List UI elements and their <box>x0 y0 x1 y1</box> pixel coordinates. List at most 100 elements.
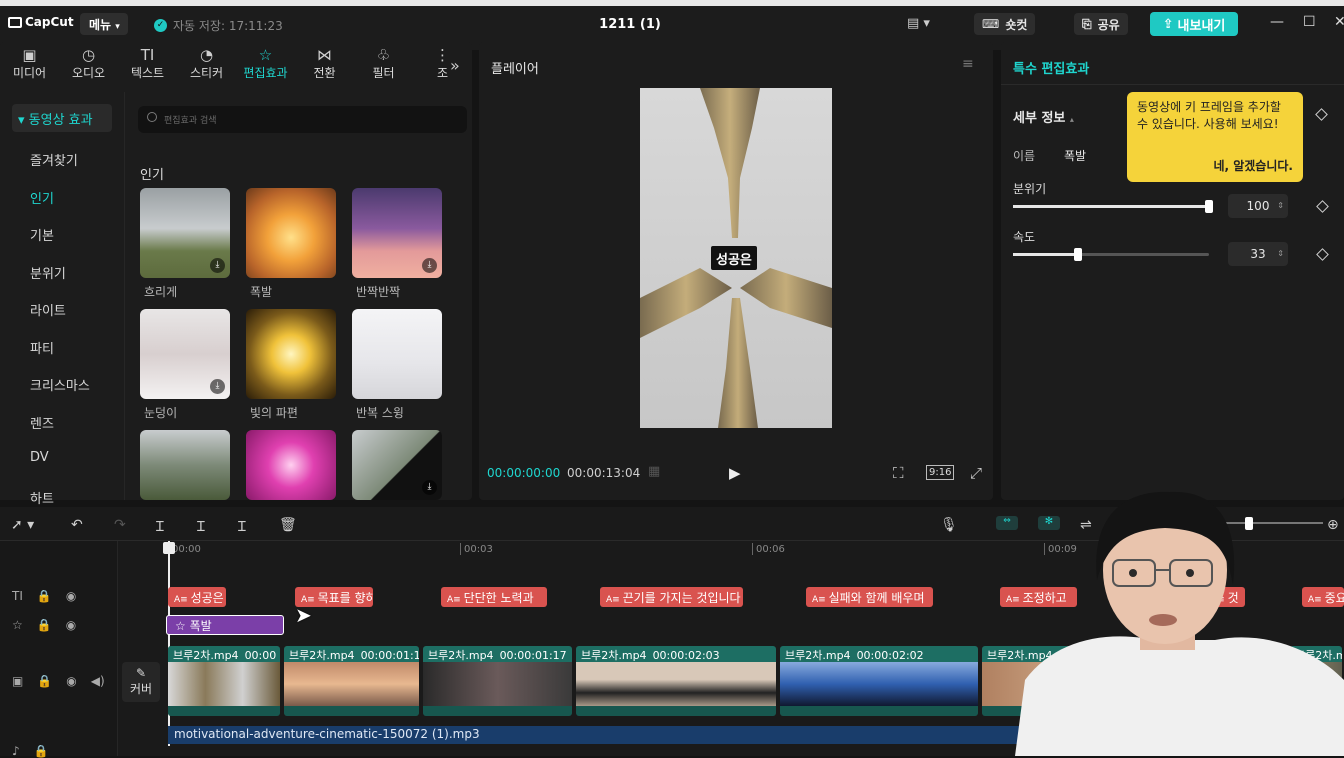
tab-media[interactable]: ▣ 미디어 <box>0 46 59 88</box>
effect-label: 흐리게 <box>144 285 178 299</box>
category-item[interactable]: 파티 <box>30 338 54 357</box>
effect-thumbnail[interactable]: ⤓ <box>140 309 230 399</box>
layout-icon[interactable]: ▤ ▾ <box>907 16 930 31</box>
microphone-icon[interactable]: 🎙 <box>940 517 958 533</box>
tab-transition[interactable]: ⋈ 전환 <box>295 46 354 88</box>
autosave-status: ✓ 자동 저장: 17:11:23 <box>154 17 283 34</box>
video-clip-waveform <box>168 706 280 716</box>
tab-adjust[interactable]: ⋮ 조 <box>413 46 472 88</box>
close-icon[interactable]: ✕ <box>1334 14 1344 30</box>
text-clip[interactable]: A≡ 실패와 함께 배우며 <box>806 587 933 607</box>
category-item[interactable]: 인기 <box>30 188 54 207</box>
effect-clip[interactable]: ☆ 폭발 <box>166 615 284 635</box>
text-clip[interactable]: A≡ 성공은 <box>168 587 226 607</box>
tab-audio[interactable]: ◷ 오디오 <box>59 46 118 88</box>
lock-icon[interactable]: 🔒 <box>37 589 52 603</box>
download-icon[interactable]: ⤓ <box>422 258 437 273</box>
effects-search-input[interactable]: 편집효과 검색 <box>138 106 467 133</box>
param-slider-knob[interactable] <box>1073 248 1082 261</box>
effect-thumbnail[interactable]: ⤓ <box>352 188 442 278</box>
tab-sticker[interactable]: ◔ 스티커 <box>177 46 236 88</box>
lock-icon[interactable]: 🔒 <box>37 618 52 632</box>
download-icon[interactable]: ⤓ <box>210 379 225 394</box>
video-clip[interactable]: 브루2차.mp4 00:00:01:17 <box>423 646 572 716</box>
tab-effects[interactable]: ☆ 편집효과 <box>236 46 295 88</box>
category-item[interactable]: 하트 <box>30 488 54 507</box>
audio-mute-icon[interactable]: ◀) <box>91 674 105 688</box>
detail-section[interactable]: 세부 정보 ▴ <box>1013 107 1074 126</box>
eye-icon[interactable]: ◉ <box>66 674 76 688</box>
fullscreen-icon[interactable]: ⤢ <box>970 464 982 482</box>
more-tabs-icon[interactable]: » <box>450 56 460 75</box>
playhead-handle[interactable] <box>163 542 175 554</box>
undo-icon[interactable]: ↶ <box>71 517 83 533</box>
effect-thumbnail[interactable] <box>246 430 336 500</box>
video-clip[interactable]: 브루2차.mp4 00:00:01:13 <box>284 646 419 716</box>
effect-thumbnail[interactable] <box>140 430 230 500</box>
split-left-icon[interactable]: Ɪ <box>197 517 205 536</box>
share-label: 공유 <box>1097 17 1120 32</box>
effect-thumbnail[interactable]: ⤓ <box>140 188 230 278</box>
video-clip-frames <box>284 662 419 706</box>
filter-icon: ♧ <box>376 46 391 64</box>
check-icon: ✓ <box>154 19 167 32</box>
effect-thumbnail[interactable] <box>352 309 442 399</box>
download-icon[interactable]: ⤓ <box>210 258 225 273</box>
param-value-input[interactable]: 100 ⇕ <box>1228 194 1288 218</box>
param-slider-knob[interactable] <box>1205 200 1213 213</box>
select-tool-icon[interactable]: ➚ ▾ <box>11 517 34 533</box>
tab-text[interactable]: TI 텍스트 <box>118 46 177 88</box>
project-title: 1211 (1) <box>599 17 661 32</box>
eye-icon[interactable]: ◉ <box>66 618 76 632</box>
app-logo: CapCut <box>8 15 74 29</box>
eye-icon[interactable]: ◉ <box>66 589 76 603</box>
ratio-button[interactable]: 9:16 <box>926 465 955 480</box>
category-item[interactable]: 크리스마스 <box>30 375 90 394</box>
category-item[interactable]: 즐겨찾기 <box>30 150 78 169</box>
tab-label: 텍스트 <box>130 66 165 80</box>
video-clip[interactable]: 브루2차.mp4 00:00 <box>168 646 280 716</box>
stepper-icon[interactable]: ⇕ <box>1277 242 1284 266</box>
keyframe-diamond-icon[interactable] <box>1315 108 1328 121</box>
tooltip-confirm-button[interactable]: 네, 알겠습니다. <box>1213 158 1293 175</box>
effect-thumbnail[interactable] <box>246 309 336 399</box>
export-button[interactable]: ⇪ 내보내기 <box>1150 12 1238 36</box>
stepper-icon[interactable]: ⇕ <box>1277 194 1284 218</box>
category-item[interactable]: 렌즈 <box>30 413 54 432</box>
category-item[interactable]: DV <box>30 450 49 465</box>
param-value-input[interactable]: 33 ⇕ <box>1228 242 1288 266</box>
keyframe-diamond-icon[interactable] <box>1316 248 1329 261</box>
fit-icon[interactable]: ⛶ <box>893 464 904 482</box>
hamburger-icon[interactable]: ≡ <box>962 56 974 72</box>
video-clip-waveform <box>423 706 572 716</box>
effect-thumbnail[interactable] <box>246 188 336 278</box>
split-right-icon[interactable]: Ɪ <box>238 517 246 536</box>
category-item[interactable]: 기본 <box>30 225 54 244</box>
video-clip-frames <box>576 662 776 706</box>
shortcut-button[interactable]: ⌨ 숏컷 <box>974 13 1036 35</box>
video-clip[interactable]: 브루2차.mp4 00:00:02:02 <box>780 646 978 716</box>
text-clip[interactable]: A≡ 단단한 노력과 <box>441 587 547 607</box>
lock-icon[interactable]: 🔒 <box>37 674 52 688</box>
audio-clip-label: motivational-adventure-cinematic-150072 … <box>174 727 480 741</box>
split-icon[interactable]: Ɪ <box>156 517 164 536</box>
download-icon[interactable]: ⤓ <box>422 480 437 495</box>
text-clip[interactable]: A≡ 끈기를 가지는 것입니다 <box>600 587 743 607</box>
redo-icon[interactable]: ↷ <box>114 517 126 533</box>
category-item[interactable]: 라이트 <box>30 300 66 319</box>
grid-view-icon[interactable]: ▦ <box>648 464 660 479</box>
video-clip[interactable]: 브루2차.mp4 00:00:02:03 <box>576 646 776 716</box>
maximize-icon[interactable]: ☐ <box>1303 14 1316 30</box>
menu-button[interactable]: 메뉴 ▾ <box>80 13 128 35</box>
video-clip-caption: 브루2차.mp4 00:00:01:13 <box>284 646 419 662</box>
share-button[interactable]: ⎘ 공유 <box>1074 13 1128 35</box>
category-item[interactable]: 분위기 <box>30 263 66 282</box>
minimize-icon[interactable]: — <box>1270 14 1284 30</box>
tab-filter[interactable]: ♧ 필터 <box>354 46 413 88</box>
effect-track-header: ☆ 🔒 ◉ <box>12 618 76 632</box>
play-icon[interactable]: ▶ <box>729 464 741 482</box>
effect-thumbnail[interactable]: ⤓ <box>352 430 442 500</box>
delete-icon[interactable]: 🗑 <box>279 517 297 533</box>
keyframe-diamond-icon[interactable] <box>1316 200 1329 213</box>
cover-button[interactable]: ✎ 커버 <box>122 662 160 702</box>
